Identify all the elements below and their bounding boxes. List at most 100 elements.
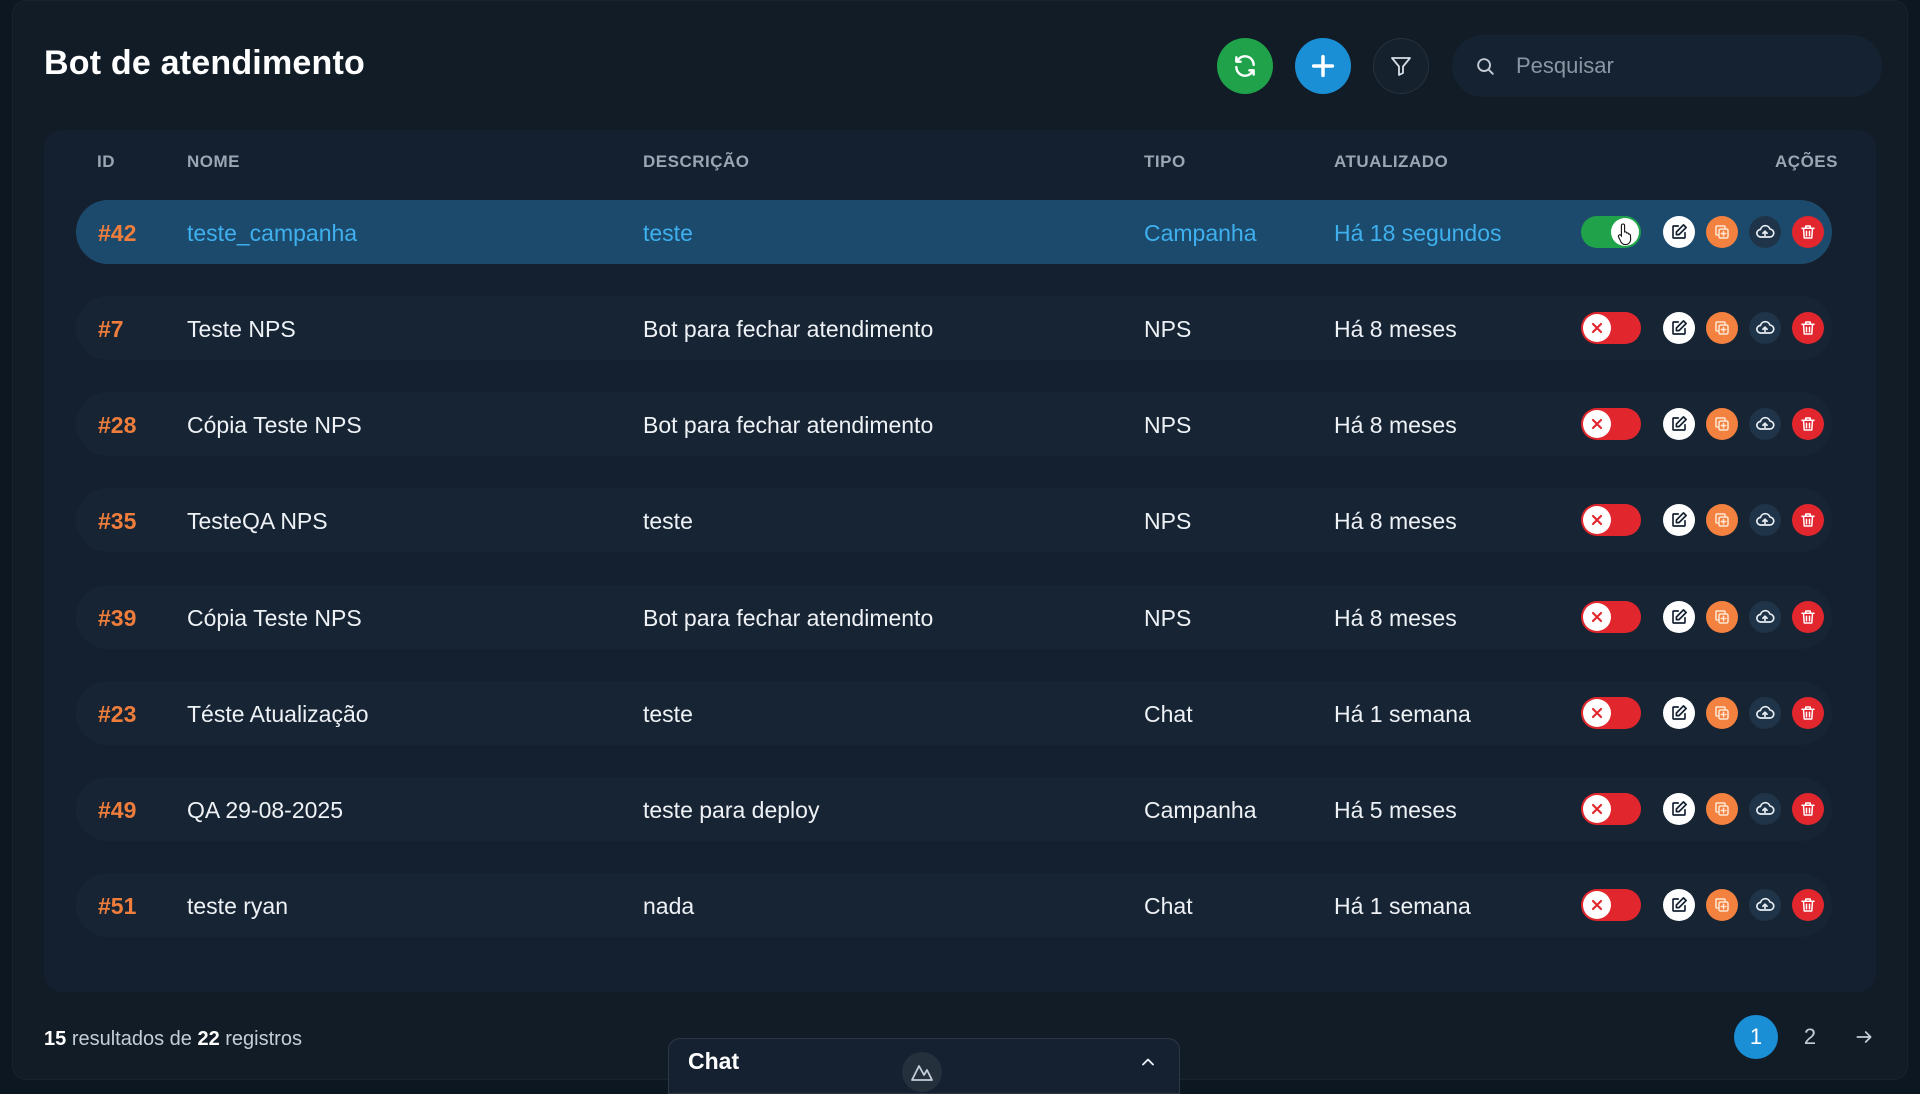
toggle-knob — [1583, 410, 1611, 438]
row-atualizado: Há 8 meses — [1334, 316, 1457, 342]
status-toggle[interactable] — [1581, 504, 1641, 536]
deploy-button[interactable] — [1749, 504, 1781, 536]
delete-button[interactable] — [1792, 312, 1824, 344]
deploy-button[interactable] — [1749, 312, 1781, 344]
delete-button[interactable] — [1792, 889, 1824, 921]
copy-icon — [1715, 610, 1729, 624]
row-id: #39 — [98, 605, 137, 631]
results-shown: 15 — [44, 1028, 67, 1050]
delete-button[interactable] — [1792, 504, 1824, 536]
table-row[interactable]: #7 Teste NPS Bot para fechar atendimento NP… — [76, 296, 1832, 360]
row-atualizado: Há 8 meses — [1334, 508, 1457, 534]
edit-icon — [1672, 609, 1687, 624]
deploy-button[interactable] — [1749, 697, 1781, 729]
row-tipo: NPS — [1144, 508, 1192, 534]
table-row[interactable]: #39 Cópia Teste NPS Bot para fechar atendi… — [76, 585, 1832, 649]
edit-button[interactable] — [1663, 697, 1695, 729]
column-acoes: AÇÕES — [1775, 152, 1838, 171]
cloud-upload-icon — [1756, 320, 1775, 334]
chat-title: Chat — [688, 1048, 740, 1074]
table-row[interactable]: #42 teste_campanha teste Campanha Há 18 segu… — [76, 200, 1832, 264]
row-id: #49 — [98, 797, 137, 823]
duplicate-button[interactable] — [1706, 312, 1738, 344]
column-atualizado: ATUALIZADO — [1334, 152, 1449, 171]
row-tipo: Chat — [1144, 893, 1193, 919]
pagination: 12 — [1734, 1015, 1886, 1059]
edit-button[interactable] — [1663, 889, 1695, 921]
duplicate-button[interactable] — [1706, 793, 1738, 825]
status-toggle[interactable] — [1581, 889, 1641, 921]
row-id: #51 — [98, 893, 137, 919]
status-toggle[interactable] — [1581, 601, 1641, 633]
cloud-upload-icon — [1756, 512, 1775, 526]
edit-icon — [1672, 801, 1687, 816]
row-actions — [1581, 600, 1824, 634]
table-row[interactable]: #35 TesteQA NPS teste NPS Há 8 meses — [76, 488, 1832, 552]
row-atualizado: Há 5 meses — [1334, 797, 1457, 823]
filter-button[interactable] — [1373, 38, 1429, 94]
delete-button[interactable] — [1792, 793, 1824, 825]
row-nome: Téste Atualização — [187, 701, 369, 727]
trash-icon — [1801, 802, 1815, 816]
row-nome: Cópia Teste NPS — [187, 412, 362, 438]
trash-icon — [1801, 417, 1815, 431]
deploy-button[interactable] — [1749, 216, 1781, 248]
toggle-knob — [1583, 506, 1611, 534]
row-id: #23 — [98, 701, 137, 727]
deploy-button[interactable] — [1749, 408, 1781, 440]
toggle-knob — [1583, 603, 1611, 631]
row-tipo: Campanha — [1144, 220, 1257, 246]
edit-button[interactable] — [1663, 504, 1695, 536]
row-descricao: teste — [643, 508, 693, 534]
chevron-up-icon[interactable] — [1138, 1052, 1158, 1077]
duplicate-button[interactable] — [1706, 504, 1738, 536]
refresh-button[interactable] — [1217, 38, 1273, 94]
delete-button[interactable] — [1792, 697, 1824, 729]
duplicate-button[interactable] — [1706, 216, 1738, 248]
duplicate-button[interactable] — [1706, 889, 1738, 921]
page-2-button[interactable]: 2 — [1788, 1015, 1832, 1059]
edit-button[interactable] — [1663, 793, 1695, 825]
edit-button[interactable] — [1663, 216, 1695, 248]
table-row[interactable]: #28 Cópia Teste NPS Bot para fechar atendi… — [76, 392, 1832, 456]
column-descricao: DESCRIÇÃO — [643, 152, 750, 171]
row-id: #35 — [98, 508, 137, 534]
row-descricao: Bot para fechar atendimento — [643, 412, 934, 438]
status-toggle[interactable] — [1581, 408, 1641, 440]
row-id: #42 — [98, 220, 137, 246]
delete-button[interactable] — [1792, 216, 1824, 248]
toggle-knob — [1583, 314, 1611, 342]
table-row[interactable]: #23 Téste Atualização teste Chat Há 1 semana — [76, 681, 1832, 745]
row-descricao: Bot para fechar atendimento — [643, 605, 934, 631]
duplicate-button[interactable] — [1706, 408, 1738, 440]
cloud-upload-icon — [1756, 801, 1775, 815]
duplicate-button[interactable] — [1706, 697, 1738, 729]
edit-button[interactable] — [1663, 408, 1695, 440]
status-toggle[interactable] — [1581, 697, 1641, 729]
copy-icon — [1715, 225, 1729, 239]
edit-button[interactable] — [1663, 312, 1695, 344]
edit-button[interactable] — [1663, 601, 1695, 633]
add-bot-button[interactable] — [1295, 38, 1351, 94]
chat-panel-toggle[interactable]: Chat — [668, 1038, 1180, 1094]
status-toggle[interactable] — [1581, 793, 1641, 825]
table-row[interactable]: #49 QA 29-08-2025 teste para deploy Campanh… — [76, 777, 1832, 841]
table-header: ID NOME DESCRIÇÃO TIPO ATUALIZADO AÇÕES — [44, 130, 1876, 192]
row-tipo: NPS — [1144, 605, 1192, 631]
delete-button[interactable] — [1792, 601, 1824, 633]
table-row[interactable]: #51 teste ryan nada Chat Há 1 semana — [76, 873, 1832, 937]
page-1-button[interactable]: 1 — [1734, 1015, 1778, 1059]
delete-button[interactable] — [1792, 408, 1824, 440]
duplicate-button[interactable] — [1706, 601, 1738, 633]
search-input[interactable] — [1514, 52, 1858, 80]
deploy-button[interactable] — [1749, 793, 1781, 825]
trash-icon — [1801, 321, 1815, 335]
deploy-button[interactable] — [1749, 601, 1781, 633]
status-toggle[interactable] — [1581, 312, 1641, 344]
next-page-button[interactable] — [1842, 1015, 1886, 1059]
row-actions — [1581, 696, 1824, 730]
row-nome: QA 29-08-2025 — [187, 797, 344, 823]
deploy-button[interactable] — [1749, 889, 1781, 921]
row-atualizado: Há 1 semana — [1334, 701, 1471, 727]
cloud-upload-icon — [1756, 897, 1775, 911]
